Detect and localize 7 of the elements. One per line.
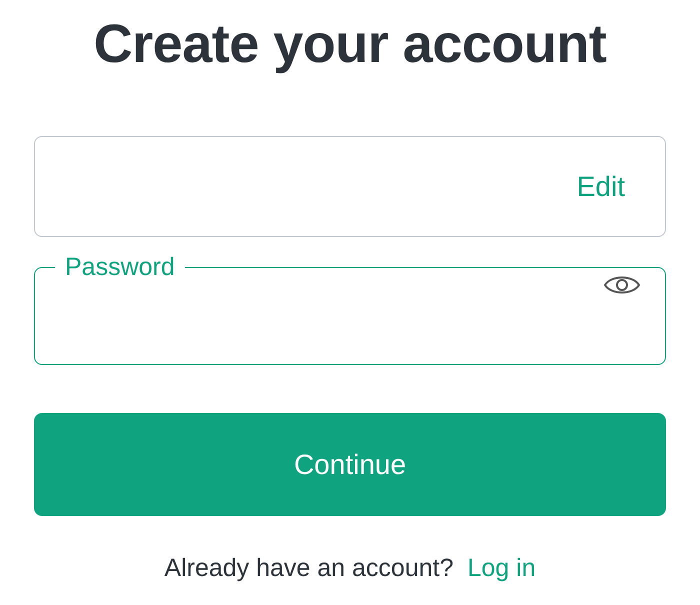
edit-link[interactable]: Edit (576, 170, 625, 202)
page-title: Create your account (92, 13, 608, 76)
password-label: Password (64, 253, 176, 282)
login-link[interactable]: Log in (467, 554, 536, 583)
email-field[interactable]: Edit (34, 136, 666, 237)
continue-button[interactable]: Continue (34, 413, 666, 516)
footer-text: Already have an account? (164, 554, 454, 583)
